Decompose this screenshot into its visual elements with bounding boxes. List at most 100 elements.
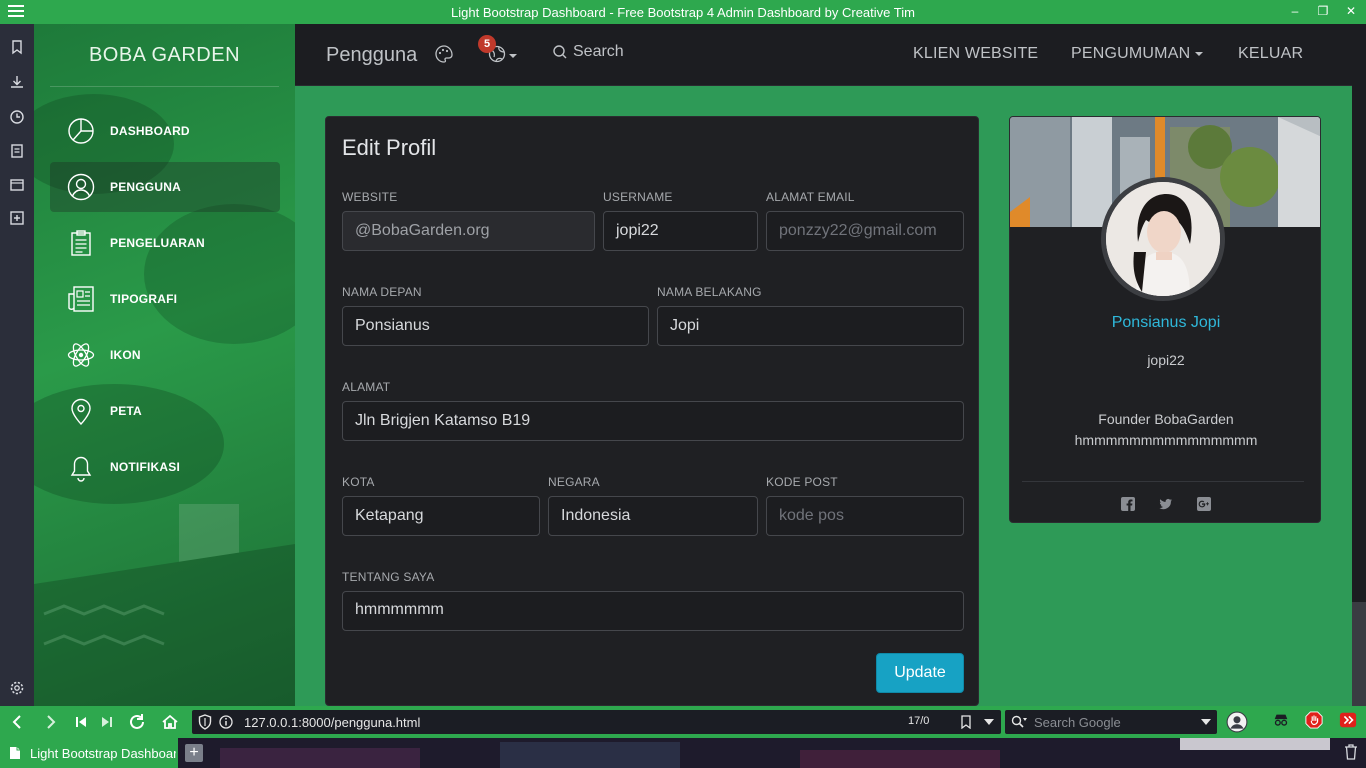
search-icon [553, 45, 567, 59]
rewind-icon[interactable] [72, 713, 90, 731]
sidebar-item-tipografi[interactable]: TIPOGRAFI [50, 274, 280, 324]
fast-forward-icon[interactable] [98, 713, 116, 731]
adblock-icon[interactable] [1305, 711, 1325, 731]
bookmark-icon[interactable] [9, 39, 25, 55]
search-engine-field[interactable]: Search Google [1005, 710, 1217, 734]
document-icon [10, 747, 20, 759]
sidebar-item-dashboard[interactable]: DASHBOARD [50, 106, 280, 156]
search-placeholder: Search Google [1034, 715, 1121, 730]
history-icon[interactable] [9, 109, 25, 125]
maximize-icon[interactable]: ❐ [1316, 4, 1330, 18]
sidebar-item-label: TIPOGRAFI [110, 292, 178, 306]
google-plus-icon[interactable] [1197, 497, 1211, 511]
download-icon[interactable] [9, 74, 25, 90]
shield-icon[interactable] [198, 714, 212, 730]
sidebar-item-ikon[interactable]: IKON [50, 330, 280, 380]
forward-icon[interactable] [42, 713, 60, 731]
tab-active[interactable]: Light Bootstrap Dashboard [0, 738, 178, 768]
window-panel-icon[interactable] [9, 177, 25, 193]
first-name-field[interactable]: Ponsianus [342, 306, 649, 346]
pie-chart-icon [66, 116, 96, 146]
nav-link-label: PENGUMUMAN [1071, 45, 1191, 62]
search-label: Search [573, 43, 624, 60]
nav-link-keluar[interactable]: KELUAR [1238, 45, 1303, 63]
close-icon[interactable]: ✕ [1344, 4, 1358, 18]
card-title: Edit Profil [342, 135, 437, 160]
brand-logo-text[interactable]: BOBA GARDEN [34, 44, 295, 67]
browser-title-bar: Light Bootstrap Dashboard - Free Bootstr… [0, 0, 1366, 24]
notes-icon[interactable] [9, 143, 25, 159]
map-pin-icon [66, 396, 96, 426]
browser-address-bar: 127.0.0.1:8000/pengguna.html 17/0 Search… [0, 706, 1366, 738]
address-label: ALAMAT [342, 380, 391, 394]
settings-gear-icon[interactable] [9, 680, 25, 696]
last-name-field[interactable]: Jopi [657, 306, 964, 346]
address-field[interactable]: Jln Brigjen Katamso B19 [342, 401, 964, 441]
browser-tab-bar: Light Bootstrap Dashboard + [0, 738, 1366, 768]
chevron-down-icon[interactable] [509, 54, 517, 58]
sidebar-item-pengguna[interactable]: PENGGUNA [50, 162, 280, 212]
about-label: TENTANG SAYA [342, 570, 435, 584]
bio-line: hmmmmmmmmmmmmmmm [1074, 432, 1258, 448]
info-icon[interactable] [219, 715, 233, 729]
scrollbar-thumb[interactable] [1352, 602, 1366, 706]
profile-username: jopi22 [1147, 352, 1185, 368]
chevron-down-icon[interactable] [1201, 719, 1211, 725]
avatar[interactable] [1101, 177, 1225, 301]
website-label: WEBSITE [342, 190, 398, 204]
extension-icon[interactable] [1339, 711, 1359, 731]
profile-name[interactable]: Ponsianus Jopi [1010, 314, 1320, 332]
reload-icon[interactable] [128, 713, 146, 731]
bookmark-page-icon[interactable] [960, 715, 972, 729]
chevron-down-icon [1195, 51, 1204, 56]
username-field[interactable]: jopi22 [603, 211, 758, 251]
update-button[interactable]: Update [876, 653, 964, 693]
edit-profile-card: Edit Profil WEBSITE @BobaGarden.org USER… [325, 116, 979, 706]
browser-side-panel [0, 24, 34, 706]
nav-link-klien-website[interactable]: KLIEN WEBSITE [913, 45, 1038, 63]
postal-code-field[interactable]: kode pos [766, 496, 964, 536]
sidebar-item-label: PETA [110, 404, 142, 418]
first-name-label: NAMA DEPAN [342, 285, 422, 299]
about-textarea[interactable]: hmmmmmm [342, 591, 964, 631]
city-label: KOTA [342, 475, 375, 489]
palette-icon[interactable] [434, 44, 454, 64]
clipboard-icon [66, 228, 96, 258]
sidebar-item-notifikasi[interactable]: NOTIFIKASI [50, 442, 280, 492]
app-sidebar: BOBA GARDEN DASHBOARD PENGGUNA PENGELUAR… [34, 24, 295, 706]
page-scrollbar[interactable] [1352, 24, 1366, 706]
bio-line: Founder BobaGarden [1098, 411, 1234, 427]
sidebar-item-label: IKON [110, 348, 141, 362]
page-title[interactable]: Pengguna [326, 44, 417, 67]
chevron-down-icon[interactable] [984, 719, 994, 725]
top-navbar: Pengguna 5 Search KLIEN WEBSITE PENGUMUM… [295, 24, 1352, 86]
profile-avatar-icon[interactable] [1226, 711, 1248, 733]
country-field[interactable]: Indonesia [548, 496, 758, 536]
city-field[interactable]: Ketapang [342, 496, 540, 536]
sidebar-item-pengeluaran[interactable]: PENGELUARAN [50, 218, 280, 268]
card-divider [1022, 481, 1304, 482]
email-field[interactable]: ponzzy22@gmail.com [766, 211, 964, 251]
bell-icon [66, 452, 96, 482]
add-panel-icon[interactable] [9, 210, 25, 226]
twitter-icon[interactable] [1159, 497, 1173, 511]
trash-icon[interactable] [1344, 744, 1358, 760]
new-tab-button[interactable]: + [185, 744, 203, 762]
sidebar-item-peta[interactable]: PETA [50, 386, 280, 436]
desktop-wallpaper [200, 738, 1366, 768]
url-text: 127.0.0.1:8000/pengguna.html [244, 715, 421, 730]
social-links [1010, 497, 1320, 511]
nav-link-pengumuman[interactable]: PENGUMUMAN [1071, 45, 1204, 63]
website-field: @BobaGarden.org [342, 211, 595, 251]
navbar-search[interactable]: Search [552, 43, 624, 61]
profile-bio: Founder BobaGarden hmmmmmmmmmmmmmmm [1010, 409, 1320, 451]
url-field[interactable]: 127.0.0.1:8000/pengguna.html 17/0 [192, 710, 1001, 734]
facebook-icon[interactable] [1121, 497, 1135, 511]
email-label: ALAMAT EMAIL [766, 190, 855, 204]
sidebar-item-label: NOTIFIKASI [110, 460, 180, 474]
incognito-icon[interactable] [1272, 711, 1292, 731]
sidebar-item-label: DASHBOARD [110, 124, 190, 138]
minimize-icon[interactable]: – [1288, 4, 1302, 18]
home-icon[interactable] [161, 713, 179, 731]
back-icon[interactable] [8, 713, 26, 731]
